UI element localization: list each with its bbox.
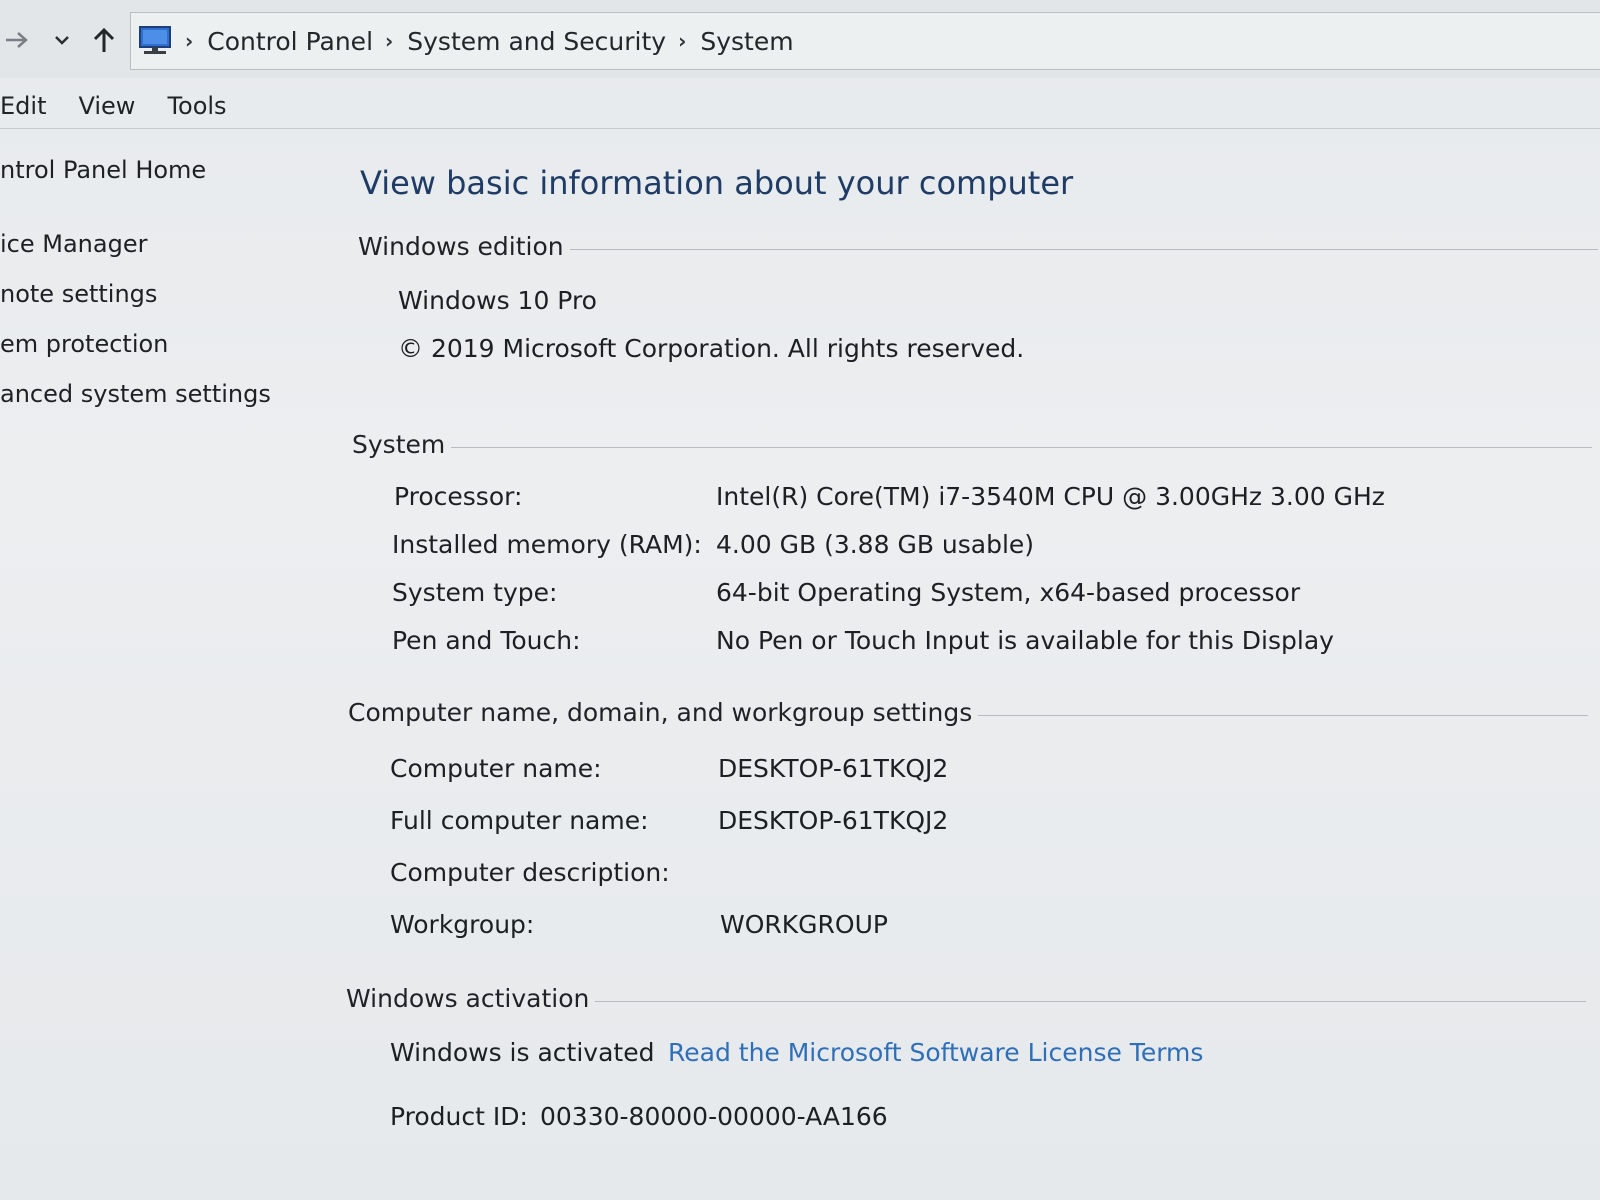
section-computer-name: Computer name, domain, and workgroup set… [348, 698, 1588, 727]
license-terms-link[interactable]: Read the Microsoft Software License Term… [668, 1038, 1203, 1067]
address-bar[interactable]: › Control Panel › System and Security › … [130, 12, 1600, 70]
processor-value: Intel(R) Core(TM) i7-3540M CPU @ 3.00GHz… [716, 482, 1385, 511]
menu-view[interactable]: View [78, 92, 135, 120]
section-header-label: System [352, 430, 446, 459]
windows-edition-name: Windows 10 Pro [398, 286, 597, 315]
memory-label: Installed memory (RAM): [392, 530, 702, 559]
device-manager-link[interactable]: ice Manager [0, 230, 147, 258]
pen-touch-label: Pen and Touch: [392, 626, 581, 655]
section-header-label: Windows edition [358, 232, 564, 261]
menu-bar: Edit View Tools [0, 84, 1600, 129]
arrow-right-icon [6, 32, 28, 48]
copyright-text: © 2019 Microsoft Corporation. All rights… [398, 334, 1025, 363]
computer-name-label: Computer name: [390, 754, 602, 783]
section-windows-edition: Windows edition [358, 232, 1598, 261]
full-computer-name-value: DESKTOP-61TKQJ2 [718, 806, 949, 835]
product-id-value: 00330-80000-00000-AA166 [540, 1102, 888, 1131]
section-windows-activation: Windows activation [346, 984, 1586, 1013]
arrow-up-icon [93, 27, 115, 52]
divider [595, 1001, 1586, 1002]
section-header-label: Windows activation [346, 984, 590, 1013]
control-panel-home-link[interactable]: ntrol Panel Home [0, 156, 206, 184]
system-type-value: 64-bit Operating System, x64-based proce… [716, 578, 1301, 607]
menu-tools[interactable]: Tools [167, 92, 226, 120]
forward-button[interactable] [0, 22, 34, 58]
breadcrumb-separator: › [678, 29, 687, 53]
breadcrumb-separator: › [185, 29, 194, 53]
section-system: System [352, 430, 1592, 459]
section-header-label: Computer name, domain, and workgroup set… [348, 698, 973, 727]
menu-edit[interactable]: Edit [0, 92, 46, 120]
divider [978, 715, 1588, 716]
advanced-system-settings-link[interactable]: anced system settings [0, 380, 271, 408]
recent-locations-button[interactable] [48, 22, 76, 58]
system-type-label: System type: [392, 578, 558, 607]
computer-name-value: DESKTOP-61TKQJ2 [718, 754, 949, 783]
breadcrumb-separator: › [385, 29, 394, 53]
processor-label: Processor: [394, 482, 523, 511]
pen-touch-value: No Pen or Touch Input is available for t… [716, 626, 1334, 655]
computer-icon [137, 24, 173, 58]
page-title: View basic information about your comput… [360, 164, 1074, 202]
activation-status: Windows is activated [390, 1038, 655, 1067]
memory-value: 4.00 GB (3.88 GB usable) [716, 530, 1035, 559]
breadcrumb-system-and-security[interactable]: System and Security [407, 27, 666, 56]
chevron-down-icon [55, 36, 69, 45]
workgroup-value: WORKGROUP [720, 910, 888, 939]
system-window: › Control Panel › System and Security › … [0, 0, 1600, 1200]
divider [569, 249, 1598, 250]
breadcrumb-system[interactable]: System [700, 27, 793, 56]
up-button[interactable] [86, 22, 122, 58]
product-id-label: Product ID: [390, 1102, 528, 1131]
workgroup-label: Workgroup: [390, 910, 535, 939]
remote-settings-link[interactable]: note settings [0, 280, 157, 308]
system-protection-link[interactable]: em protection [0, 330, 168, 358]
computer-description-label: Computer description: [390, 858, 670, 887]
full-computer-name-label: Full computer name: [390, 806, 649, 835]
breadcrumb-control-panel[interactable]: Control Panel [207, 27, 373, 56]
navigation-bar: › Control Panel › System and Security › … [0, 0, 1600, 78]
divider [451, 447, 1592, 448]
